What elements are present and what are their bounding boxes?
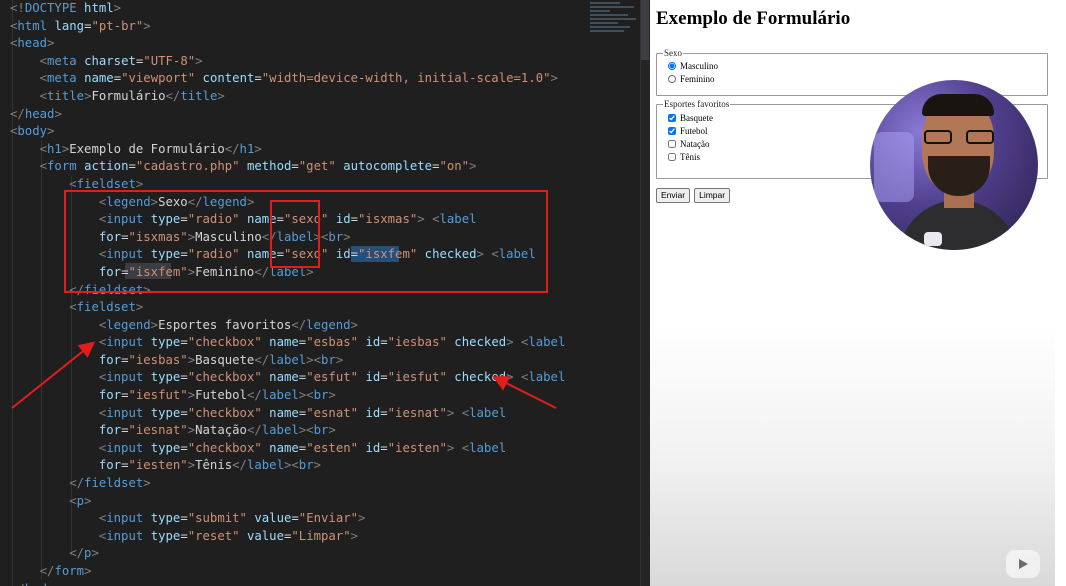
code-line[interactable]: <title>Formulário</title> xyxy=(10,88,565,106)
code-line[interactable]: <input type="checkbox" name="esnat" id="… xyxy=(10,405,565,423)
shirt-logo-icon xyxy=(924,232,942,246)
code-line[interactable]: </fieldset> xyxy=(10,475,565,493)
code-line[interactable]: <html lang="pt-br"> xyxy=(10,18,565,36)
code-line[interactable]: <legend>Esportes favoritos</legend> xyxy=(10,317,565,335)
code-line[interactable]: </form> xyxy=(10,563,565,581)
radio-option-masculino[interactable]: Masculino xyxy=(663,59,1047,72)
code-line[interactable]: <input type="checkbox" name="esfut" id="… xyxy=(10,369,566,387)
code-line[interactable]: <body> xyxy=(10,123,565,141)
checkbox-label-futebol: Futebol xyxy=(680,125,708,136)
legend-sexo: Sexo xyxy=(664,48,682,58)
page-title: Exemplo de Formulário xyxy=(656,8,851,29)
radio-label-feminino: Feminino xyxy=(680,73,715,84)
code-line[interactable]: <h1>Exemplo de Formulário</h1> xyxy=(10,141,565,159)
code-lines[interactable]: <!DOCTYPE html> <html lang="pt-br"> <head>… xyxy=(10,0,565,586)
code-line[interactable]: <input type="reset" value="Limpar"> xyxy=(10,528,565,546)
legend-esportes: Esportes favoritos xyxy=(664,99,730,109)
code-line[interactable]: for="isxmas">Masculino</label><br> xyxy=(10,229,565,247)
code-line[interactable]: <input type="radio" name="sexo" id="isxm… xyxy=(10,211,565,229)
radio-feminino[interactable] xyxy=(668,74,676,83)
play-logo-icon xyxy=(1006,550,1040,578)
editor-scrollbar-thumb[interactable] xyxy=(641,0,649,60)
radio-label-masculino: Masculino xyxy=(680,60,718,71)
code-line[interactable]: </fieldset> xyxy=(10,282,565,300)
radio-option-feminino[interactable]: Feminino xyxy=(663,72,1047,85)
presenter-webcam xyxy=(870,80,1038,250)
code-line[interactable]: <!DOCTYPE html> xyxy=(10,0,565,18)
code-line[interactable]: for="iesfut">Futebol</label><br> xyxy=(10,387,565,405)
checkbox-natacao[interactable] xyxy=(668,139,676,148)
checkbox-label-natacao: Natação xyxy=(680,138,710,149)
code-line[interactable]: <meta charset="UTF-8"> xyxy=(10,53,565,71)
code-line[interactable]: <meta name="viewport" content="width=dev… xyxy=(10,70,565,88)
code-line[interactable]: <legend>Sexo</legend> xyxy=(10,194,565,212)
code-line[interactable]: for="iesnat">Natação</label><br> xyxy=(10,422,565,440)
code-line[interactable]: <input type="checkbox" name="esten" id="… xyxy=(10,440,565,458)
code-line[interactable]: for="isxfem">Feminino</label> xyxy=(10,264,565,282)
right-edge xyxy=(1055,0,1066,586)
code-line[interactable]: <input type="submit" value="Enviar"> xyxy=(10,510,565,528)
code-editor[interactable]: <!DOCTYPE html> <html lang="pt-br"> <head>… xyxy=(0,0,650,586)
submit-button[interactable]: Enviar xyxy=(656,188,691,203)
checkbox-futebol[interactable] xyxy=(668,126,676,135)
code-line[interactable]: <input type="checkbox" name="esbas" id="… xyxy=(10,334,566,352)
code-line[interactable]: </body> xyxy=(10,581,565,586)
code-line[interactable]: <head> xyxy=(10,35,565,53)
checkbox-label-tenis: Tênis xyxy=(680,151,700,162)
minimap[interactable] xyxy=(590,0,640,48)
form-buttons: Enviar Limpar xyxy=(656,188,731,203)
checkbox-tenis[interactable] xyxy=(668,152,676,161)
code-line[interactable]: <input type="radio" name="sexo" id="isxf… xyxy=(10,246,565,264)
checkbox-basquete[interactable] xyxy=(668,113,676,122)
checkbox-label-basquete: Basquete xyxy=(680,112,713,123)
browser-preview: Exemplo de Formulário Sexo Masculino Fem… xyxy=(650,0,1055,586)
code-line[interactable]: <fieldset> xyxy=(10,176,565,194)
radio-masculino[interactable] xyxy=(668,61,676,70)
code-line[interactable]: <form action="cadastro.php" method="get"… xyxy=(10,158,565,176)
code-line[interactable]: </head> xyxy=(10,106,565,124)
code-line[interactable]: <p> xyxy=(10,493,565,511)
reset-button[interactable]: Limpar xyxy=(694,188,731,203)
code-line[interactable]: </p> xyxy=(10,545,565,563)
code-line[interactable]: <fieldset> xyxy=(10,299,565,317)
code-line[interactable]: for="iesten">Tênis</label><br> xyxy=(10,457,565,475)
code-line[interactable]: for="iesbas">Basquete</label><br> xyxy=(10,352,565,370)
